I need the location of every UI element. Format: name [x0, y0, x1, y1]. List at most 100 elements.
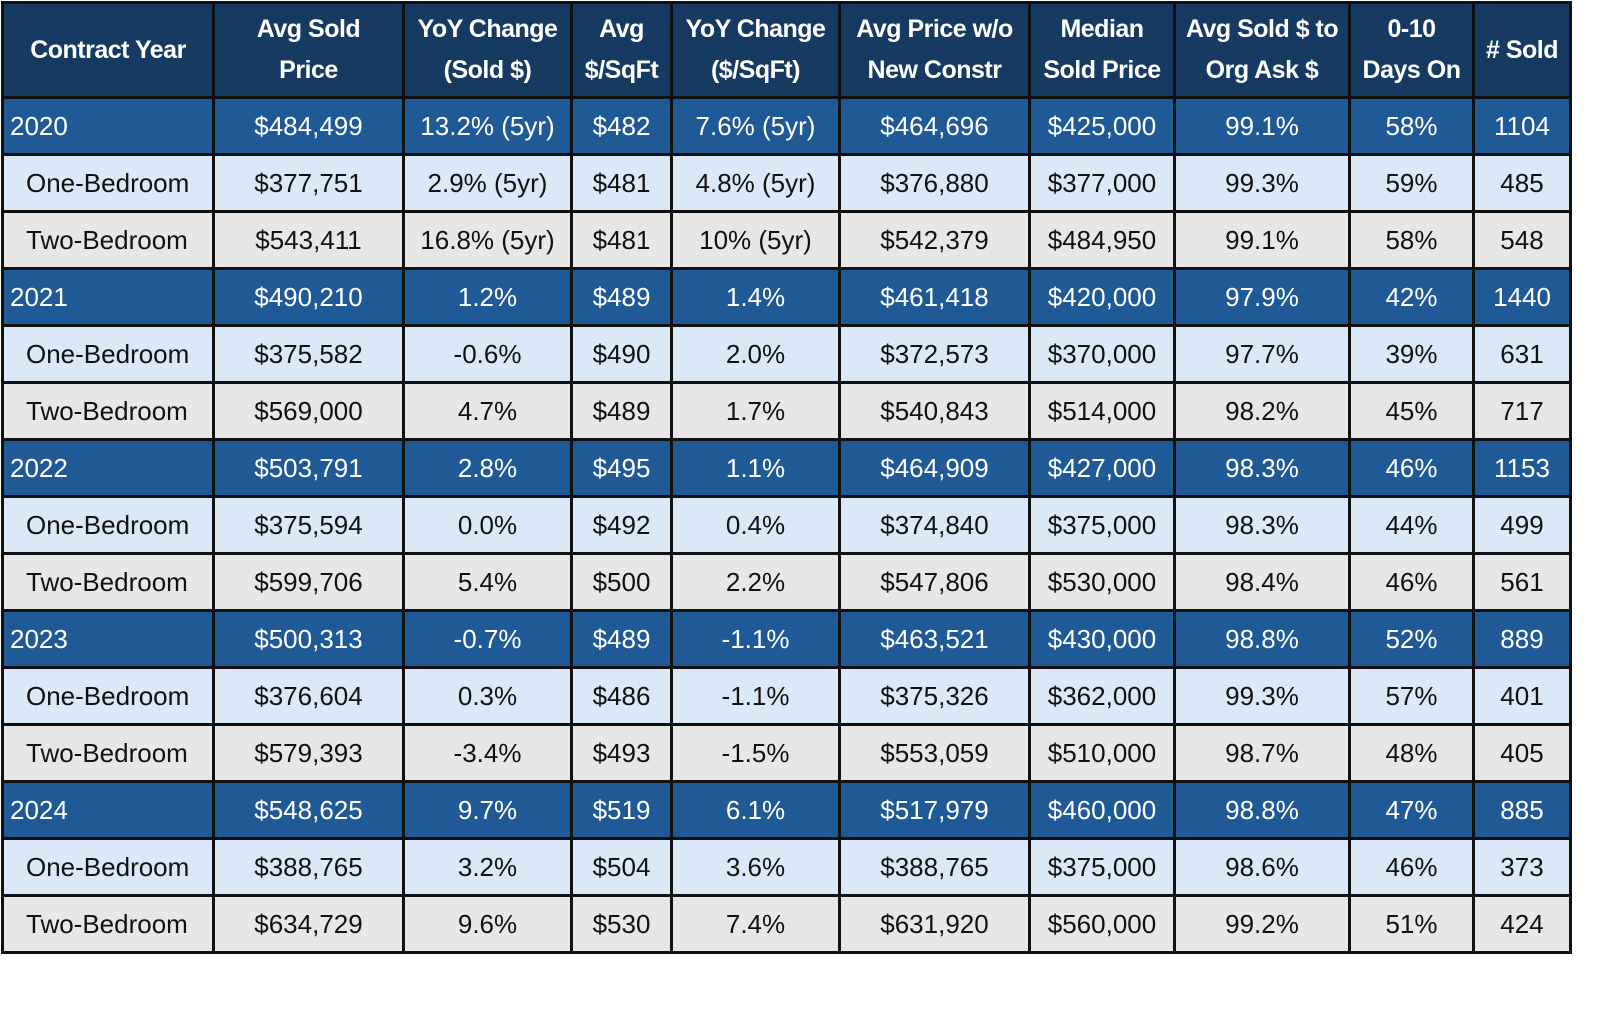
cell-contract-year: One-Bedroom — [1, 837, 215, 897]
cell-sold-to-ask-ratio: 98.6% — [1173, 837, 1351, 897]
cell-median-sold-price: $510,000 — [1028, 723, 1176, 783]
cell-days-on-market: 58% — [1348, 210, 1475, 270]
cell-avg-price-no-new-constr: $464,909 — [838, 438, 1031, 498]
header-days-on-market: 0-10 Days On — [1348, 1, 1475, 99]
two-bedroom-row: Two-Bedroom $599,706 5.4% $500 2.2% $547,806 $… — [1, 552, 1572, 612]
cell-yoy-change-sold: -0.7% — [402, 609, 573, 669]
cell-median-sold-price: $425,000 — [1028, 96, 1176, 156]
cell-number-sold: 1104 — [1472, 96, 1572, 156]
cell-sold-to-ask-ratio: 98.7% — [1173, 723, 1351, 783]
cell-contract-year: 2021 — [1, 267, 215, 327]
cell-avg-price-no-new-constr: $547,806 — [838, 552, 1031, 612]
cell-median-sold-price: $460,000 — [1028, 780, 1176, 840]
cell-yoy-change-sqft: 7.4% — [670, 894, 841, 954]
header-line: # Sold — [1485, 35, 1559, 64]
cell-contract-year: Two-Bedroom — [1, 723, 215, 783]
cell-avg-per-sqft: $482 — [570, 96, 673, 156]
header-line: YoY Change — [685, 15, 826, 43]
cell-number-sold: 1440 — [1472, 267, 1572, 327]
cell-avg-sold-price: $503,791 — [212, 438, 405, 498]
cell-yoy-change-sqft: -1.5% — [670, 723, 841, 783]
cell-yoy-change-sold: 2.9% (5yr) — [402, 153, 573, 213]
cell-avg-price-no-new-constr: $375,326 — [838, 666, 1031, 726]
cell-contract-year: 2024 — [1, 780, 215, 840]
header-avg-sold-price: Avg Sold Price — [212, 1, 405, 99]
cell-avg-price-no-new-constr: $388,765 — [838, 837, 1031, 897]
cell-yoy-change-sold: 3.2% — [402, 837, 573, 897]
cell-avg-sold-price: $375,594 — [212, 495, 405, 555]
cell-contract-year: 2022 — [1, 438, 215, 498]
cell-median-sold-price: $530,000 — [1028, 552, 1176, 612]
cell-number-sold: 548 — [1472, 210, 1572, 270]
cell-days-on-market: 39% — [1348, 324, 1475, 384]
cell-avg-per-sqft: $489 — [570, 267, 673, 327]
cell-yoy-change-sqft: 0.4% — [670, 495, 841, 555]
cell-median-sold-price: $377,000 — [1028, 153, 1176, 213]
cell-yoy-change-sqft: 2.2% — [670, 552, 841, 612]
cell-avg-per-sqft: $490 — [570, 324, 673, 384]
cell-contract-year: Two-Bedroom — [1, 210, 215, 270]
cell-sold-to-ask-ratio: 99.2% — [1173, 894, 1351, 954]
cell-avg-sold-price: $484,499 — [212, 96, 405, 156]
cell-sold-to-ask-ratio: 99.1% — [1173, 210, 1351, 270]
cell-yoy-change-sqft: 6.1% — [670, 780, 841, 840]
cell-avg-per-sqft: $489 — [570, 381, 673, 441]
cell-yoy-change-sqft: 2.0% — [670, 324, 841, 384]
cell-median-sold-price: $375,000 — [1028, 837, 1176, 897]
year-summary-row: 2021 $490,210 1.2% $489 1.4% $461,418 $420,000… — [1, 267, 1572, 327]
cell-avg-per-sqft: $489 — [570, 609, 673, 669]
two-bedroom-row: Two-Bedroom $569,000 4.7% $489 1.7% $540,843 $… — [1, 381, 1572, 441]
cell-avg-per-sqft: $504 — [570, 837, 673, 897]
one-bedroom-row: One-Bedroom $377,751 2.9% (5yr) $481 4.8% (5… — [1, 153, 1572, 213]
cell-sold-to-ask-ratio: 97.7% — [1173, 324, 1351, 384]
header-line: $/SqFt — [584, 56, 659, 84]
cell-yoy-change-sqft: 7.6% (5yr) — [670, 96, 841, 156]
cell-avg-price-no-new-constr: $517,979 — [838, 780, 1031, 840]
header-line: Price — [279, 56, 338, 84]
cell-avg-per-sqft: $486 — [570, 666, 673, 726]
cell-avg-price-no-new-constr: $553,059 — [838, 723, 1031, 783]
cell-yoy-change-sold: 0.3% — [402, 666, 573, 726]
header-avg-price-no-new-constr: Avg Price w/o New Constr — [838, 1, 1031, 99]
cell-avg-per-sqft: $481 — [570, 153, 673, 213]
cell-yoy-change-sqft: -1.1% — [670, 609, 841, 669]
cell-yoy-change-sqft: 3.6% — [670, 837, 841, 897]
cell-days-on-market: 48% — [1348, 723, 1475, 783]
cell-avg-per-sqft: $493 — [570, 723, 673, 783]
cell-contract-year: One-Bedroom — [1, 324, 215, 384]
one-bedroom-row: One-Bedroom $375,582 -0.6% $490 2.0% $372,573… — [1, 324, 1572, 384]
cell-number-sold: 889 — [1472, 609, 1572, 669]
header-line: Days On — [1362, 56, 1461, 84]
cell-avg-price-no-new-constr: $540,843 — [838, 381, 1031, 441]
header-line: ($/SqFt) — [710, 56, 801, 84]
cell-median-sold-price: $375,000 — [1028, 495, 1176, 555]
header-line: Avg — [599, 15, 644, 43]
header-row: Contract Year Avg Sold Price YoY Change (S… — [1, 1, 1572, 99]
cell-yoy-change-sold: 13.2% (5yr) — [402, 96, 573, 156]
header-line: 0-10 — [1387, 15, 1436, 43]
cell-avg-per-sqft: $492 — [570, 495, 673, 555]
cell-avg-sold-price: $543,411 — [212, 210, 405, 270]
cell-yoy-change-sold: 9.6% — [402, 894, 573, 954]
cell-median-sold-price: $560,000 — [1028, 894, 1176, 954]
one-bedroom-row: One-Bedroom $376,604 0.3% $486 -1.1% $375,326… — [1, 666, 1572, 726]
cell-sold-to-ask-ratio: 99.1% — [1173, 96, 1351, 156]
cell-contract-year: 2020 — [1, 96, 215, 156]
cell-yoy-change-sold: -3.4% — [402, 723, 573, 783]
year-summary-row: 2020 $484,499 13.2% (5yr) $482 7.6% (5yr) $46… — [1, 96, 1572, 156]
header-line: New Constr — [867, 56, 1002, 84]
cell-yoy-change-sqft: 4.8% (5yr) — [670, 153, 841, 213]
cell-yoy-change-sold: 0.0% — [402, 495, 573, 555]
cell-number-sold: 485 — [1472, 153, 1572, 213]
header-avg-per-sqft: Avg $/SqFt — [570, 1, 673, 99]
cell-avg-price-no-new-constr: $631,920 — [838, 894, 1031, 954]
cell-contract-year: Two-Bedroom — [1, 381, 215, 441]
header-median-sold-price: Median Sold Price — [1028, 1, 1176, 99]
cell-avg-price-no-new-constr: $463,521 — [838, 609, 1031, 669]
cell-yoy-change-sold: 16.8% (5yr) — [402, 210, 573, 270]
cell-sold-to-ask-ratio: 98.3% — [1173, 438, 1351, 498]
cell-avg-sold-price: $548,625 — [212, 780, 405, 840]
header-line: Avg Sold — [256, 15, 361, 43]
cell-avg-per-sqft: $481 — [570, 210, 673, 270]
header-line: Sold Price — [1043, 56, 1161, 84]
